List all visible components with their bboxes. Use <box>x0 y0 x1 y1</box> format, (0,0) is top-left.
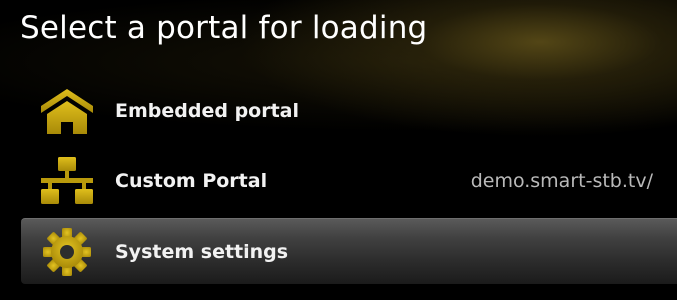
menu-item-custom-portal[interactable]: Custom Portal demo.smart-stb.tv/ <box>21 148 677 214</box>
home-icon <box>39 86 95 136</box>
page-title: Select a portal for loading <box>20 10 428 46</box>
portal-url-value: demo.smart-stb.tv/ <box>470 170 653 192</box>
network-icon <box>39 156 95 206</box>
menu-item-system-settings[interactable]: System settings <box>21 218 677 284</box>
menu-item-label: Embedded portal <box>115 100 300 122</box>
menu-item-embedded-portal[interactable]: Embedded portal <box>21 78 677 144</box>
menu-item-label: Custom Portal <box>115 170 268 192</box>
portal-selection-screen: Select a portal for loading Embedded por… <box>0 0 677 300</box>
menu-item-label: System settings <box>115 240 289 263</box>
gear-icon <box>39 227 95 277</box>
